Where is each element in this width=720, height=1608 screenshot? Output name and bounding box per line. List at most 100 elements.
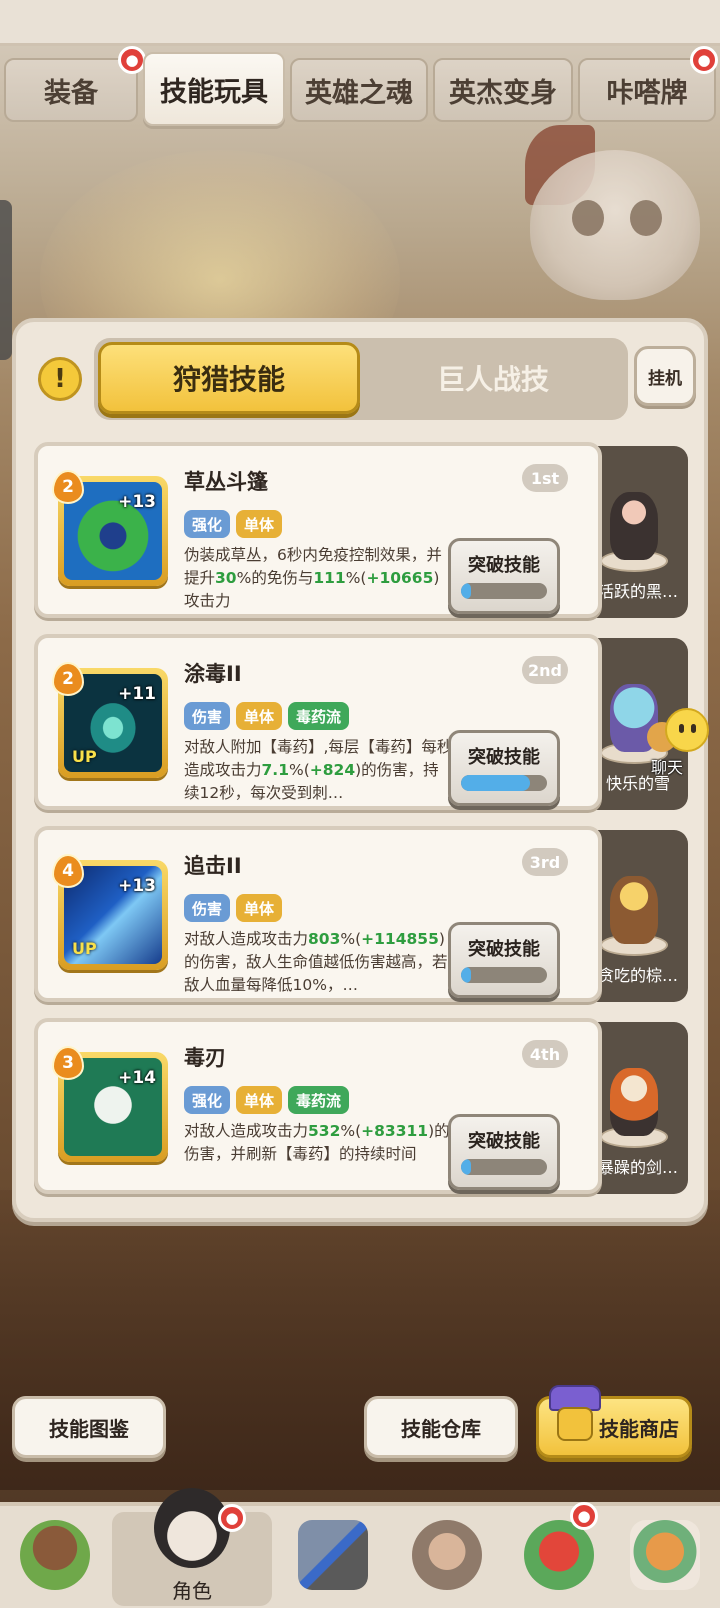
breakthrough-progress (461, 775, 547, 791)
upgrade-count: +14 (118, 1068, 156, 1088)
skill-rank: 2nd (522, 656, 568, 684)
pet-dino-icon (524, 1520, 594, 1590)
weapon-icon (298, 1520, 368, 1590)
skill-tags: 强化 单体 毒药流 (184, 1086, 350, 1114)
skill-panel: ! 狩猎技能 巨人战技 挂机 活跃的黑… +13 2 草丛斗篷 1st 强化 单… (12, 318, 708, 1222)
skill-icon-frame[interactable]: +11 UP 2 (52, 662, 168, 778)
tab-giant-skills[interactable]: 巨人战技 (362, 342, 624, 414)
tab-equipment[interactable]: 装备 (4, 58, 138, 122)
top-bar (0, 0, 720, 46)
desc-value: 30 (215, 569, 237, 587)
skill-tag: 单体 (236, 510, 283, 538)
skill-level-badge: 2 (52, 662, 84, 696)
skill-shop-button[interactable]: 技能商店 (536, 1385, 692, 1458)
skill-rank: 3rd (522, 848, 568, 876)
nav-item-pet[interactable] (508, 1512, 610, 1606)
skill-level-badge: 3 (52, 1046, 84, 1080)
skill-card[interactable]: 快乐的雪 +11 UP 2 涂毒II 2nd 伤害 单体 毒药流 对敌人附加【毒… (34, 634, 688, 810)
desc-value: +10665 (366, 569, 434, 587)
progress-fill (461, 1159, 472, 1175)
skill-title: 草丛斗篷 (184, 470, 268, 494)
skill-warehouse-button[interactable]: 技能仓库 (364, 1396, 518, 1458)
hero-name: 暴躁的剑… (597, 1158, 678, 1177)
skill-card-body: +14 3 毒刃 4th 强化 单体 毒药流 对敌人造成攻击力532%(+833… (34, 1018, 602, 1194)
skill-tag: 单体 (236, 1086, 283, 1114)
desc-text: 对敌人造成攻击力 (184, 930, 309, 948)
breakthrough-button[interactable]: 突破技能 (448, 730, 560, 806)
tab-hunting-skills[interactable]: 狩猎技能 (98, 342, 360, 414)
tab-hero-soul[interactable]: 英雄之魂 (290, 58, 428, 122)
tab-label: 狩猎技能 (172, 363, 285, 396)
up-indicator: UP (72, 747, 97, 766)
hero-figure-icon (594, 1048, 674, 1148)
skill-card-body: +13 UP 4 追击II 3rd 伤害 单体 对敌人造成攻击力803%(+11… (34, 826, 602, 1002)
skill-description: 伪装成草丛，6秒内免疫控制效果，并提升30%的免伤与111%(+10665)攻击… (184, 544, 454, 614)
desc-text: 对敌人造成攻击力 (184, 1122, 309, 1140)
background-skull (530, 150, 700, 300)
skill-tag: 毒药流 (288, 702, 350, 730)
skill-description: 对敌人造成攻击力532%(+83311)的伤害，并刷新【毒药】的持续时间 (184, 1120, 454, 1190)
auto-hangup-button[interactable]: 挂机 (634, 346, 696, 406)
skill-codex-button[interactable]: 技能图鉴 (12, 1396, 166, 1458)
breakthrough-button[interactable]: 突破技能 (448, 1114, 560, 1190)
nav-item-weapon[interactable] (282, 1512, 384, 1606)
skill-card[interactable]: 贪吃的棕… +13 UP 4 追击II 3rd 伤害 单体 对敌人造成攻击力80… (34, 826, 688, 1002)
button-label: 突破技能 (468, 747, 540, 768)
upgrade-count: +13 (118, 876, 156, 896)
nav-item-base[interactable] (4, 1512, 106, 1606)
giant-icon (412, 1520, 482, 1590)
desc-value: 7.1 (261, 761, 289, 779)
shop-icon (547, 1385, 603, 1449)
desc-value: 803 (308, 930, 341, 948)
notification-bell-icon: ● (570, 1502, 598, 1530)
skill-tag: 伤害 (184, 702, 231, 730)
skill-tags: 伤害 单体 (184, 894, 283, 922)
notification-bell-icon: ● (118, 46, 146, 74)
skill-tag: 毒药流 (288, 1086, 350, 1114)
desc-text: %的免伤与 (236, 569, 314, 587)
nav-item-totem[interactable] (614, 1512, 716, 1606)
breakthrough-progress (461, 1159, 547, 1175)
skill-description: 对敌人造成攻击力803%(+114855)的伤害，敌人生命值越低伤害越高，若敌人… (184, 928, 454, 998)
breakthrough-button[interactable]: 突破技能 (448, 922, 560, 998)
skill-rank: 4th (522, 1040, 568, 1068)
upgrade-count: +11 (118, 684, 156, 704)
skill-icon-frame[interactable]: +13 UP 4 (52, 854, 168, 970)
hero-name: 活跃的黑… (597, 582, 678, 601)
tab-label: 技能玩具 (160, 76, 268, 108)
skill-tag: 强化 (184, 1086, 231, 1114)
skill-tags: 伤害 单体 毒药流 (184, 702, 350, 730)
skill-card[interactable]: 暴躁的剑… +14 3 毒刃 4th 强化 单体 毒药流 对敌人造成攻击力532… (34, 1018, 688, 1194)
desc-value: +824 (309, 761, 356, 779)
skill-rank: 1st (522, 464, 568, 492)
skill-title: 毒刃 (184, 1046, 226, 1070)
tab-skill-toys[interactable]: 技能玩具 (143, 52, 285, 126)
notification-bell-icon: ● (690, 46, 718, 74)
breakthrough-button[interactable]: 突破技能 (448, 538, 560, 614)
tab-label: 英杰变身 (449, 77, 557, 109)
nav-item-giant[interactable] (396, 1512, 498, 1606)
upgrade-count: +13 (118, 492, 156, 512)
chat-button[interactable]: 聊天 (647, 708, 715, 782)
breakthrough-progress (461, 967, 547, 983)
notification-bell-icon: ● (218, 1504, 246, 1532)
skill-level-badge: 4 (52, 854, 84, 888)
skill-icon-frame[interactable]: +14 3 (52, 1046, 168, 1162)
skill-level-badge: 2 (52, 470, 84, 504)
skill-card[interactable]: 活跃的黑… +13 2 草丛斗篷 1st 强化 单体 伪装成草丛，6秒内免疫控制… (34, 442, 688, 618)
side-handle[interactable] (0, 200, 12, 360)
skill-icon-frame[interactable]: +13 2 (52, 470, 168, 586)
skill-title: 追击II (184, 854, 242, 878)
breakthrough-progress (461, 583, 547, 599)
tab-hero-transform[interactable]: 英杰变身 (433, 58, 573, 122)
skill-tag: 强化 (184, 510, 231, 538)
chat-label: 聊天 (651, 758, 684, 777)
totem-icon (630, 1520, 700, 1590)
nav-item-character[interactable]: 角色 (112, 1488, 272, 1606)
tab-label: 巨人战技 (436, 363, 549, 396)
skill-card-body: +11 UP 2 涂毒II 2nd 伤害 单体 毒药流 对敌人附加【毒药】,每层… (34, 634, 602, 810)
skill-tag: 单体 (236, 894, 283, 922)
exclamation-icon[interactable]: ! (38, 357, 82, 401)
smiley-icon (665, 708, 709, 752)
progress-fill (461, 583, 472, 599)
